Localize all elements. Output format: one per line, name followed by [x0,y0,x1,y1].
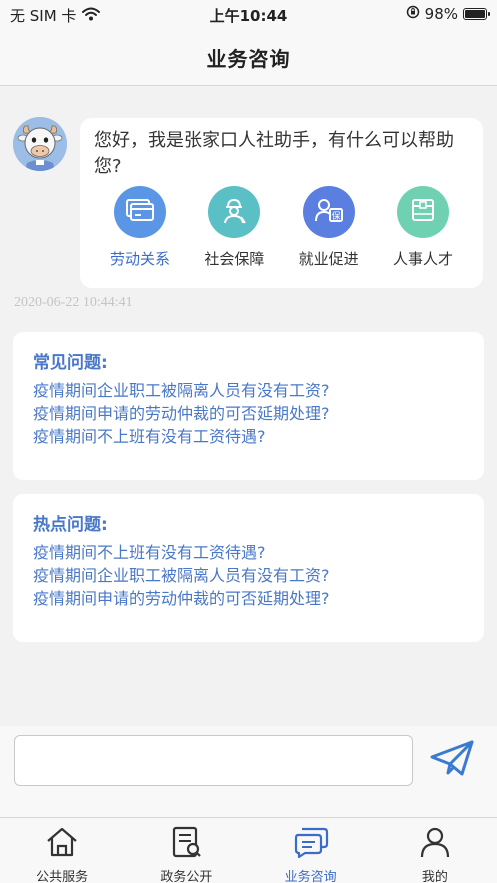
tab-label: 政务公开 [160,870,213,883]
send-button[interactable] [427,738,477,782]
tab-bar: 公共服务 政务公开 业务咨询 我的 [0,817,497,883]
status-bar: 无 SIM 卡 上午10:44 98% [0,0,497,30]
home-icon [45,826,79,862]
worker-icon [219,195,249,229]
insurance-person-icon: 保 [313,195,345,229]
faq-common-item[interactable]: 疫情期间不上班有没有工资待遇? [33,425,464,448]
service-circle [396,186,449,238]
battery-percent: 98% [424,5,458,23]
message-input[interactable] [14,735,413,786]
faq-hot-title: 热点问题: [33,515,108,535]
faq-common-title: 常见问题: [33,353,108,373]
faq-hot-item[interactable]: 疫情期间企业职工被隔离人员有没有工资? [33,564,464,587]
service-categories: 劳动关系 社会保障 保 就业促进 人事人才 [90,186,473,269]
orientation-lock-icon [406,5,420,23]
folder-icon [409,196,437,228]
service-employment[interactable]: 保 就业促进 [283,186,375,269]
tab-label: 公共服务 [36,870,89,883]
tab-business-consulting[interactable]: 业务咨询 [249,818,373,883]
faq-hot-item[interactable]: 疫情期间不上班有没有工资待遇? [33,541,464,564]
battery-level [465,10,485,18]
tab-label: 我的 [421,870,448,883]
card-icon [124,197,156,227]
message-input-area [0,726,497,817]
service-labor-relations[interactable]: 劳动关系 [94,186,186,269]
page-title: 业务咨询 [206,47,291,71]
service-label: 人事人才 [392,250,453,268]
faq-common-item[interactable]: 疫情期间企业职工被隔离人员有没有工资? [33,379,464,402]
assistant-message-bubble: 您好，我是张家口人社助手，有什么可以帮助您? 劳动关系 社会保障 保 就业促进 … [80,118,483,288]
greeting-text: 您好，我是张家口人社助手，有什么可以帮助您? [94,130,454,177]
navigation-bar: 业务咨询 [0,30,497,86]
battery-icon [463,8,490,20]
service-label: 社会保障 [204,250,265,268]
message-timestamp: 2020-06-22 10:44:41 [14,295,133,310]
tab-mine[interactable]: 我的 [373,818,497,883]
service-social-security[interactable]: 社会保障 [188,186,280,269]
tab-government-affairs[interactable]: 政务公开 [124,818,248,883]
document-search-icon [169,826,203,862]
chat-icon [293,826,329,862]
faq-hot-card: 热点问题: 疫情期间不上班有没有工资待遇? 疫情期间企业职工被隔离人员有没有工资… [13,494,484,642]
service-label: 就业促进 [298,250,359,268]
tab-label: 业务咨询 [284,870,337,883]
service-circle [114,186,166,238]
faq-common-item[interactable]: 疫情期间申请的劳动仲裁的可否延期处理? [33,402,464,425]
assistant-avatar [13,117,67,171]
service-circle [208,186,261,238]
status-right: 98% [406,5,490,23]
service-circle: 保 [302,186,355,238]
faq-hot-item[interactable]: 疫情期间申请的劳动仲裁的可否延期处理? [33,587,464,610]
tab-public-services[interactable]: 公共服务 [0,818,124,883]
service-label: 劳动关系 [109,250,170,268]
send-icon [429,738,475,782]
faq-common-card: 常见问题: 疫情期间企业职工被隔离人员有没有工资? 疫情期间申请的劳动仲裁的可否… [13,332,484,480]
user-icon [418,826,452,862]
service-personnel-talent[interactable]: 人事人才 [377,186,469,269]
svg-text:保: 保 [331,210,340,222]
